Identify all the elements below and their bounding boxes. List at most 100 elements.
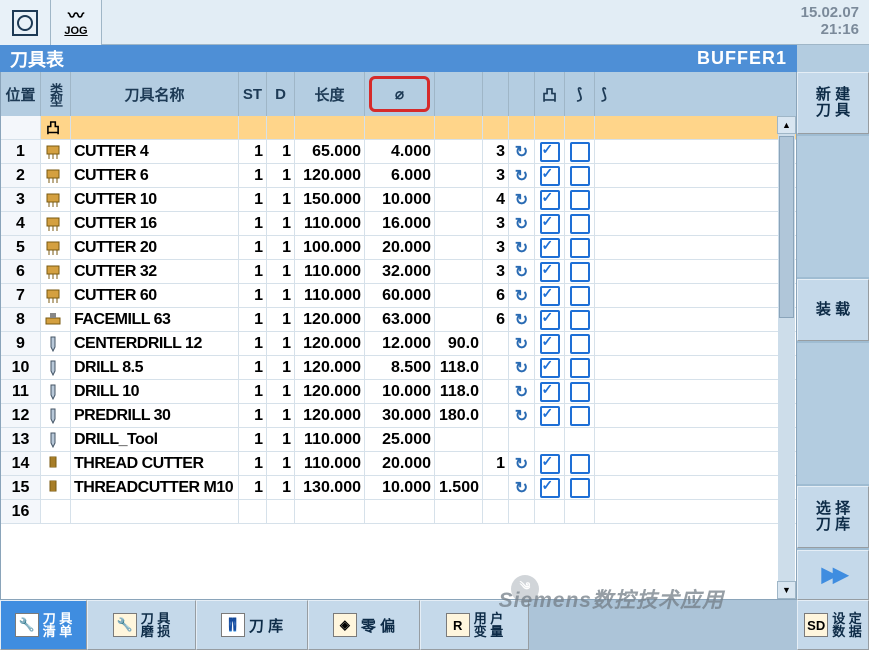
cell-length[interactable]: 110.000 [295,284,365,307]
cell-check2[interactable] [565,188,595,211]
cell-check1[interactable] [535,356,565,379]
cell-check1[interactable] [535,260,565,283]
col-type[interactable]: 类型 [41,72,71,116]
table-row[interactable]: 6CUTTER 3211110.00032.0003↻ [1,260,796,284]
cell-name[interactable]: CUTTER 20 [71,236,239,259]
cell-x[interactable]: 1.500 [435,476,483,499]
cell-diameter[interactable]: 16.000 [365,212,435,235]
table-row[interactable]: 5CUTTER 2011100.00020.0003↻ [1,236,796,260]
cell-length[interactable]: 130.000 [295,476,365,499]
cell-diameter[interactable] [365,500,435,523]
cell-spin-icon[interactable] [509,500,535,523]
bsk-setting-data[interactable]: SD 设 定数 据 [797,600,869,650]
cell-st[interactable]: 1 [239,452,267,475]
table-row[interactable]: 10DRILL 8.511120.0008.500118.0↻ [1,356,796,380]
cell-edges[interactable]: 1 [483,452,509,475]
cell-st[interactable]: 1 [239,140,267,163]
cell-check1[interactable] [535,404,565,427]
cell-diameter[interactable]: 10.000 [365,380,435,403]
cell-diameter[interactable]: 10.000 [365,476,435,499]
cell-spin-icon[interactable]: ↻ [509,164,535,187]
cell-st[interactable] [239,116,267,139]
cell-spin-icon[interactable] [509,116,535,139]
cell-check2[interactable] [565,380,595,403]
scrollbar[interactable]: ▲ ▼ [778,116,795,599]
cell-check1[interactable] [535,140,565,163]
cell-x[interactable] [435,164,483,187]
bsk-tool-list[interactable]: 🔧 刀 具清 单 [0,600,87,650]
cell-spin-icon[interactable]: ↻ [509,308,535,331]
cell-check1[interactable] [535,452,565,475]
bsk-zero-offset[interactable]: ◈ 零 偏 [308,600,420,650]
cell-spin-icon[interactable]: ↻ [509,188,535,211]
sk-select-magazine[interactable]: 选 择 刀 库 [797,486,869,548]
cell-length[interactable] [295,500,365,523]
table-row[interactable]: 16 [1,500,796,524]
cell-diameter[interactable]: 4.000 [365,140,435,163]
cell-edges[interactable]: 6 [483,284,509,307]
cell-check1[interactable] [535,116,565,139]
cell-spin-icon[interactable]: ↻ [509,260,535,283]
cell-diameter[interactable]: 20.000 [365,236,435,259]
cell-name[interactable] [71,500,239,523]
cell-d[interactable] [267,500,295,523]
cell-diameter[interactable]: 32.000 [365,260,435,283]
cell-name[interactable]: DRILL 8.5 [71,356,239,379]
cell-d[interactable]: 1 [267,284,295,307]
cell-diameter[interactable]: 12.000 [365,332,435,355]
col-diameter[interactable]: ⌀ [365,72,435,116]
cell-diameter[interactable]: 60.000 [365,284,435,307]
cell-st[interactable]: 1 [239,236,267,259]
col-h1[interactable]: 凸 [535,72,565,116]
table-row[interactable]: 15THREADCUTTER M1011130.00010.0001.500↻ [1,476,796,500]
cell-check2[interactable] [565,308,595,331]
cell-name[interactable]: FACEMILL 63 [71,308,239,331]
cell-edges[interactable]: 3 [483,140,509,163]
cell-check2[interactable] [565,452,595,475]
bsk-magazine[interactable]: 👖 刀 库 [196,600,308,650]
cell-diameter[interactable]: 20.000 [365,452,435,475]
cell-d[interactable]: 1 [267,236,295,259]
cell-check1[interactable] [535,188,565,211]
col-length[interactable]: 长度 [295,72,365,116]
cell-edges[interactable] [483,116,509,139]
cell-d[interactable]: 1 [267,476,295,499]
cell-x[interactable] [435,212,483,235]
cell-length[interactable] [295,116,365,139]
cell-check2[interactable] [565,500,595,523]
cell-st[interactable]: 1 [239,476,267,499]
cell-name[interactable]: CUTTER 4 [71,140,239,163]
cell-d[interactable]: 1 [267,308,295,331]
cell-spin-icon[interactable]: ↻ [509,284,535,307]
cell-x[interactable] [435,188,483,211]
cell-edges[interactable]: 3 [483,236,509,259]
scroll-thumb[interactable] [779,136,794,318]
col-d[interactable]: D [267,72,295,116]
cell-length[interactable]: 100.000 [295,236,365,259]
cell-spin-icon[interactable]: ↻ [509,236,535,259]
cell-check2[interactable] [565,260,595,283]
cell-edges[interactable]: 6 [483,308,509,331]
cell-diameter[interactable]: 8.500 [365,356,435,379]
cell-diameter[interactable]: 10.000 [365,188,435,211]
cell-length[interactable]: 150.000 [295,188,365,211]
table-row[interactable]: 2CUTTER 611120.0006.0003↻ [1,164,796,188]
cell-d[interactable]: 1 [267,356,295,379]
cell-check2[interactable] [565,212,595,235]
cell-st[interactable] [239,500,267,523]
cell-name[interactable]: CUTTER 60 [71,284,239,307]
cell-name[interactable]: DRILL 10 [71,380,239,403]
table-row[interactable]: 1CUTTER 41165.0004.0003↻ [1,140,796,164]
cell-st[interactable]: 1 [239,356,267,379]
cell-edges[interactable] [483,476,509,499]
cell-st[interactable]: 1 [239,308,267,331]
cell-check1[interactable] [535,284,565,307]
cell-check2[interactable] [565,116,595,139]
cell-edges[interactable] [483,356,509,379]
table-row[interactable]: 14THREAD CUTTER11110.00020.0001↻ [1,452,796,476]
cell-edges[interactable] [483,404,509,427]
cell-x[interactable] [435,500,483,523]
cell-edges[interactable] [483,500,509,523]
cell-edges[interactable] [483,428,509,451]
cell-name[interactable]: THREADCUTTER M10 [71,476,239,499]
